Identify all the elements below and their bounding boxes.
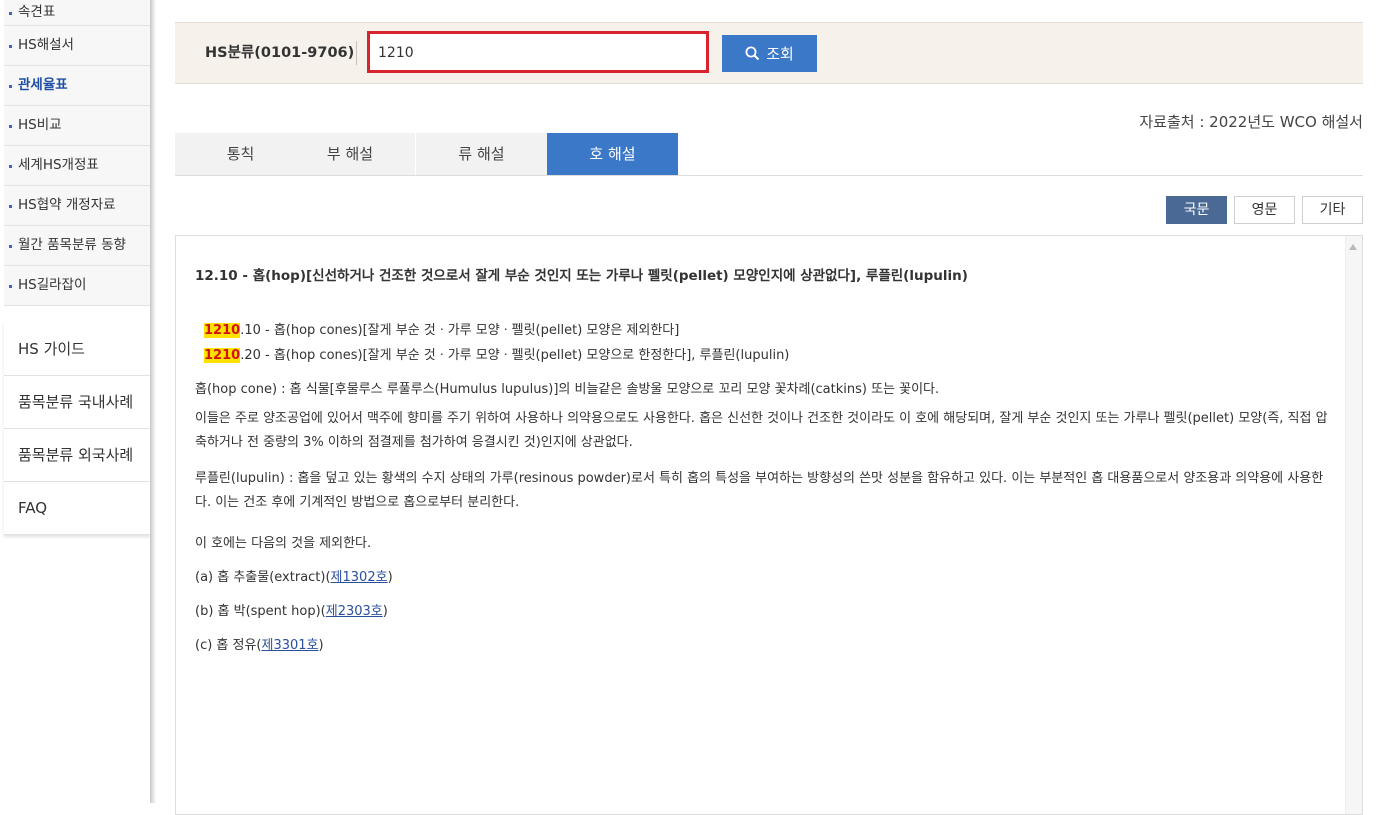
hs-code-input[interactable] — [376, 40, 700, 66]
heading-number: 12.10 — [195, 268, 238, 284]
explanation-tabs: 통칙 부 해설 류 해설 호 해설 — [175, 133, 1363, 176]
sidebar-item-faq[interactable]: FAQ — [4, 482, 150, 535]
sidebar-item-monthly-trends[interactable]: 월간 품목분류 동향 — [4, 226, 150, 266]
exclusion-text: (b) 홉 박(spent hop)( — [195, 604, 326, 619]
search-separator — [356, 41, 357, 65]
scroll-up-arrow-icon[interactable] — [1349, 244, 1357, 250]
sidebar-item-hs-guide-path[interactable]: HS길라잡이 — [4, 266, 150, 306]
subheading-line-1: 1210.10 - 홉(hop cones)[잘게 부순 것ㆍ가루 모양ㆍ펠릿(… — [204, 319, 679, 338]
heading-title: 12.10 - 홉(hop)[신선하거나 건조한 것으로서 잘게 부순 것인지 … — [195, 264, 968, 284]
sidebar-item-domestic-cases[interactable]: 품목분류 국내사례 — [4, 376, 150, 429]
sidebar-item-hs-explanatory[interactable]: HS해설서 — [4, 26, 150, 66]
close-paren: ) — [387, 570, 393, 585]
paragraph-hop-cone: 홉(hop cone) : 홉 식물[후물루스 루풀루스(Humulus lup… — [195, 382, 940, 397]
heading-link-1302[interactable]: 제1302호 — [331, 570, 388, 585]
search-label: HS분류(0101-9706) — [205, 45, 355, 61]
sidebar-item-world-hs-revision[interactable]: 세계HS개정표 — [4, 146, 150, 186]
lang-button-korean[interactable]: 국문 — [1166, 196, 1227, 224]
sidebar-main-menu: HS 가이드 품목분류 국내사례 품목분류 외국사례 FAQ — [4, 323, 150, 535]
exclusion-text: (c) 홉 정유( — [195, 638, 262, 653]
sidebar-item-hs-convention-revision[interactable]: HS협약 개정자료 — [4, 186, 150, 226]
sidebar-item-hs-compare[interactable]: HS비교 — [4, 106, 150, 146]
sidebar-item-foreign-cases[interactable]: 품목분류 외국사례 — [4, 429, 150, 482]
magnifier-icon — [745, 46, 760, 61]
close-paren: ) — [318, 638, 324, 653]
search-button-label: 조회 — [766, 45, 794, 63]
paragraph-lupulin: 루플린(lupulin) : 홉을 덮고 있는 황색의 수지 상태의 가루(re… — [195, 471, 1324, 510]
sidebar-item-hs-guide[interactable]: HS 가이드 — [4, 323, 150, 376]
sidebar-divider-shadow — [150, 0, 156, 803]
exclusion-item-c: (c) 홉 정유(제3301호) — [195, 634, 324, 653]
left-sidebar: 속견표 HS해설서 관세율표 HS비교 세계HS개정표 HS협약 개정자료 월간… — [0, 0, 150, 803]
data-source-note: 자료출처 : 2022년도 WCO 해설서 — [1139, 113, 1363, 131]
sidebar-submenu: 속견표 HS해설서 관세율표 HS비교 세계HS개정표 HS협약 개정자료 월간… — [4, 0, 150, 306]
explanation-content: 12.10 - 홉(hop)[신선하거나 건조한 것으로서 잘게 부순 것인지 … — [175, 235, 1363, 815]
paragraph-usage: 이들은 주로 양조공업에 있어서 맥주에 향미를 주기 위하여 사용하나 의약용… — [195, 411, 1328, 450]
search-input-highlight — [367, 31, 709, 73]
lang-button-other[interactable]: 기타 — [1302, 196, 1363, 224]
content-scrollbar[interactable] — [1345, 236, 1362, 814]
sidebar-item-tariff-schedule[interactable]: 관세율표 — [4, 66, 150, 106]
code-highlight: 1210 — [204, 348, 241, 363]
subheading-line-2: 1210.20 - 홉(hop cones)[잘게 부순 것ㆍ가루 모양ㆍ펠릿(… — [204, 344, 789, 363]
heading-text: - 홉(hop)[신선하거나 건조한 것으로서 잘게 부순 것인지 또는 가루나… — [237, 268, 968, 284]
subheading-text: .10 - 홉(hop cones)[잘게 부순 것ㆍ가루 모양ㆍ펠릿(pell… — [240, 323, 680, 338]
paragraph-exclusions-intro: 이 호에는 다음의 것을 제외한다. — [195, 536, 372, 551]
code-highlight: 1210 — [204, 323, 241, 338]
search-button[interactable]: 조회 — [722, 35, 817, 72]
tab-heading-notes[interactable]: 호 해설 — [547, 133, 679, 175]
sidebar-item-quick-table[interactable]: 속견표 — [4, 0, 150, 26]
tab-section-notes[interactable]: 부 해설 — [285, 133, 416, 175]
tab-chapter-notes[interactable]: 류 해설 — [416, 133, 548, 175]
lang-button-english[interactable]: 영문 — [1234, 196, 1295, 224]
subheading-text: .20 - 홉(hop cones)[잘게 부순 것ㆍ가루 모양ㆍ펠릿(pell… — [240, 348, 790, 363]
search-panel: HS분류(0101-9706) 조회 — [175, 22, 1363, 84]
close-paren: ) — [382, 604, 388, 619]
heading-link-3301[interactable]: 제3301호 — [262, 638, 319, 653]
exclusion-item-b: (b) 홉 박(spent hop)(제2303호) — [195, 600, 388, 619]
exclusion-item-a: (a) 홉 추출물(extract)(제1302호) — [195, 566, 393, 585]
heading-link-2303[interactable]: 제2303호 — [326, 604, 383, 619]
exclusion-text: (a) 홉 추출물(extract)( — [195, 570, 331, 585]
